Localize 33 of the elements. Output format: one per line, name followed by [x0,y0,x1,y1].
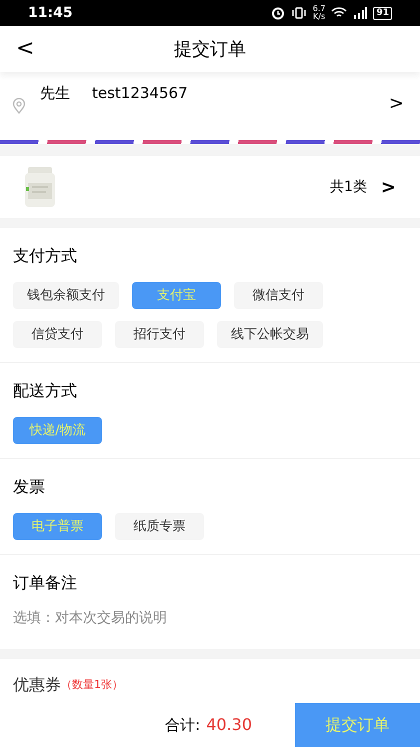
signal-icon [353,7,368,19]
total-label: 合计: [165,714,200,736]
option-chip[interactable]: 钱包余额支付 [13,282,119,309]
location-pin-icon [12,98,26,114]
section-title: 订单备注 [13,572,78,594]
option-chip[interactable]: 招行支付 [115,321,204,348]
section-title: 发票 [13,476,46,498]
network-speed-unit: K/s [313,13,326,21]
chevron-icon: > [388,90,404,117]
option-chip[interactable]: 线下公帐交易 [217,321,323,348]
option-chip[interactable]: 微信支付 [234,282,323,309]
recipient-name: 先生 [40,83,70,104]
page-title: 提交订单 [174,38,246,62]
remark-field[interactable]: 选填：对本次交易的说明 [13,608,407,629]
vibrate-icon [290,7,307,19]
section-title: 配送方式 [13,380,78,402]
status-time: 11:45 [28,4,73,22]
option-chip[interactable]: 纸质专票 [115,513,204,540]
goods-count: 共1类 [330,178,367,196]
wifi-icon [331,7,348,19]
coupon-title: 优惠券 [13,674,61,696]
back-button[interactable]: < [16,38,40,60]
battery-indicator: 91 [373,6,392,20]
alarm-icon [270,6,285,20]
total-amount: 40.30 [206,714,252,736]
recipient-phone: test1234567 [92,83,188,104]
address-card[interactable]: 先生 test1234567 > [0,72,420,140]
chevron-icon: > [380,174,396,200]
goods-row[interactable]: 共1类 > [0,156,420,218]
coupon-count: （数量1张） [61,676,123,693]
network-speed: 6.7 [312,5,326,13]
option-chip[interactable]: 信贷支付 [13,321,102,348]
section-title: 支付方式 [13,245,78,267]
